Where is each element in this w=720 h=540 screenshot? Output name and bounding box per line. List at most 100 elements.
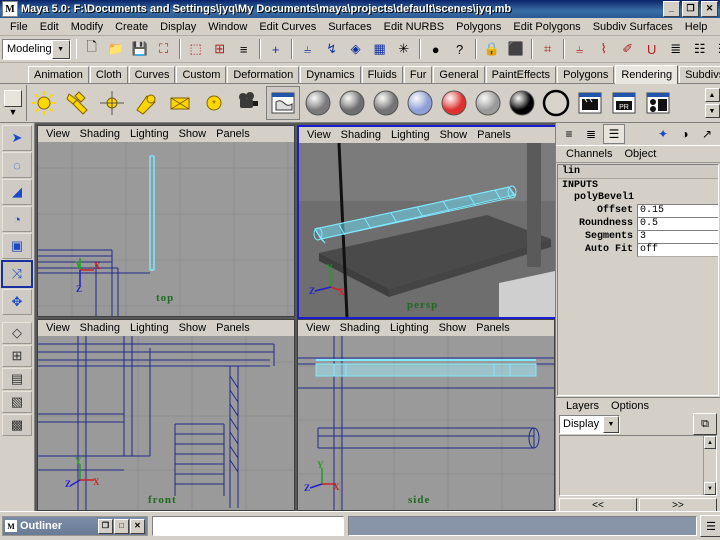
viewport-side-menu-show[interactable]: Show [434,322,472,334]
shelf-tab-polygons[interactable]: Polygons [557,66,615,83]
chevron-down-icon[interactable]: ▼ [51,39,70,59]
viewport-persp[interactable]: View Shading Lighting Show Panels Y Z X … [297,125,557,319]
shelf-tab-fluids[interactable]: Fluids [361,66,403,83]
camera-icon[interactable] [232,87,264,119]
show-manipulator-tool[interactable]: ✥ [2,289,32,315]
viewport-persp-menu-lighting[interactable]: Lighting [386,129,435,141]
layout-four-view[interactable]: ⊞ [2,345,32,367]
channel-value-field[interactable]: 0.5 [637,216,718,231]
point-snap-icon[interactable]: ⌇ [592,38,615,60]
viewport-persp-menu-view[interactable]: View [302,129,336,141]
scroll-down-button[interactable]: ▼ [704,482,716,495]
channel-box-icon[interactable]: ≡ [559,125,579,143]
attribute-editor-icon[interactable]: ≣ [664,38,687,60]
viewport-front-menu-shading[interactable]: Shading [75,322,125,334]
outliner-minimized-window[interactable]: M Outliner ❐ □ ✕ [2,516,148,536]
shading-map-icon[interactable] [540,87,572,119]
select-tool[interactable]: ➤ [2,125,32,151]
menu-file[interactable]: File [4,20,34,34]
shelf-scroll-up-button[interactable]: ▲ [704,88,720,102]
render-globals-icon[interactable]: 🔒 [480,38,503,60]
point-light-icon[interactable] [96,87,128,119]
paint-icon[interactable]: ✐ [616,38,639,60]
shelf-tab-cloth[interactable]: Cloth [89,66,128,83]
layout-hypergraph-persp[interactable]: ▧ [2,391,32,413]
scale-tool[interactable]: ▣ [2,233,32,259]
channel-name[interactable]: Segments [558,231,637,242]
anisotropic-material-icon[interactable] [404,87,436,119]
menu-surfaces[interactable]: Surfaces [322,20,377,34]
menu-set-selector[interactable]: Modeling ▼ [2,38,71,60]
blinn-material-icon[interactable] [336,87,368,119]
snap-to-point-icon[interactable]: ↯ [320,38,343,60]
menu-modify[interactable]: Modify [65,20,109,34]
outliner-close-button[interactable]: ✕ [130,518,145,534]
shelf-tab-fur[interactable]: Fur [403,66,433,83]
construction-history-icon[interactable]: ✳ [392,38,415,60]
render-region-icon[interactable]: ⬛ [504,38,527,60]
minimize-button[interactable]: _ [663,1,680,17]
magnet-icon[interactable]: U [640,38,663,60]
volume-light-icon[interactable]: * [198,87,230,119]
new-layer-button[interactable]: ⧉ [693,413,717,435]
menu-subdiv-surfaces[interactable]: Subdiv Surfaces [587,20,679,34]
snap-to-grid-icon[interactable]: + [264,38,287,60]
shelf-tab-custom[interactable]: Custom [176,66,227,83]
universal-manipulator-tool[interactable]: ⤨ [1,260,33,288]
select-by-component-type-icon[interactable]: ⊞ [208,38,231,60]
open-scene-icon[interactable]: 📁 [104,38,127,60]
menu-edit[interactable]: Edit [34,20,65,34]
viewport-side-menu-lighting[interactable]: Lighting [385,322,434,334]
restore-button[interactable]: ❐ [682,1,699,17]
layer-list[interactable]: ▲ ▼ [559,435,717,496]
command-input-field[interactable] [152,516,344,536]
shelf-tab-painteffects[interactable]: PaintEffects [485,66,557,83]
surface-shader-icon[interactable] [472,87,504,119]
snap-to-view-plane-icon[interactable]: ◈ [344,38,367,60]
rotate-tool[interactable]: ◔ [2,206,32,232]
channel-name[interactable]: Roundness [558,218,637,229]
layout-outliner-persp[interactable]: ▤ [2,368,32,390]
command-output-field[interactable] [348,516,697,536]
show-hide-grid-icon[interactable]: ⌗ [536,38,559,60]
viewport-side-menu-view[interactable]: View [301,322,335,334]
outliner-maximize-button[interactable]: □ [114,518,129,534]
shelf-scroll-down-button[interactable]: ▼ [704,104,720,118]
snap-to-cv-icon[interactable]: ▦ [368,38,391,60]
paint-weights-icon[interactable]: ◑ [675,125,695,143]
channel-box-body[interactable]: lin INPUTS polyBevel1 Offset 0.15 Roundnes… [557,164,719,396]
object-menu[interactable]: Object [618,148,662,160]
menu-edit-curves[interactable]: Edit Curves [253,20,322,34]
channel-box-input-node[interactable]: polyBevel1 [558,192,718,204]
render-view-icon[interactable] [266,86,300,120]
show-manip-icon[interactable]: ✦ [653,125,673,143]
channel-name[interactable]: Offset [558,205,637,216]
shelf-menu-chevron-icon[interactable]: ▼ [9,107,18,117]
outliner-restore-button[interactable]: ❐ [98,518,113,534]
viewport-persp-menu-show[interactable]: Show [435,129,473,141]
shelf-tab-general[interactable]: General [433,66,485,83]
directional-light-icon[interactable] [62,87,94,119]
shelf-tab-rendering[interactable]: Rendering [615,65,679,84]
scroll-up-button[interactable]: ▲ [704,436,716,449]
layer-display-mode-select[interactable]: Display ▼ [559,414,620,434]
numeric-input-icon[interactable]: ⫨ [568,38,591,60]
options-menu[interactable]: Options [605,400,655,412]
shelf-selector[interactable]: ▼ [0,84,26,122]
viewport-side-menu-shading[interactable]: Shading [335,322,385,334]
shelf-tab-subdivs[interactable]: Subdivs [679,66,720,83]
channel-box-toggle-icon[interactable]: ☰ [712,38,720,60]
viewport-side[interactable]: View Shading Lighting Show Panels Y X Z … [297,319,555,511]
area-light-icon[interactable] [164,87,196,119]
viewport-top[interactable]: View Shading Lighting Show Panels Y X Z … [37,125,295,317]
playblast-icon[interactable] [642,87,674,119]
viewport-front[interactable]: View Shading Lighting Show Panels Y X Z … [37,319,295,511]
new-scene-icon[interactable]: 🗋 [80,38,103,60]
render-sequence-icon[interactable] [574,87,606,119]
move-tool[interactable]: ◢ [2,179,32,205]
shelf-tab-animation[interactable]: Animation [28,66,89,83]
viewport-front-canvas[interactable]: Y X Z front [38,336,294,510]
viewport-front-menu-panels[interactable]: Panels [211,322,255,334]
channel-value-field[interactable]: 3 [637,229,718,244]
viewport-front-menu-view[interactable]: View [41,322,75,334]
